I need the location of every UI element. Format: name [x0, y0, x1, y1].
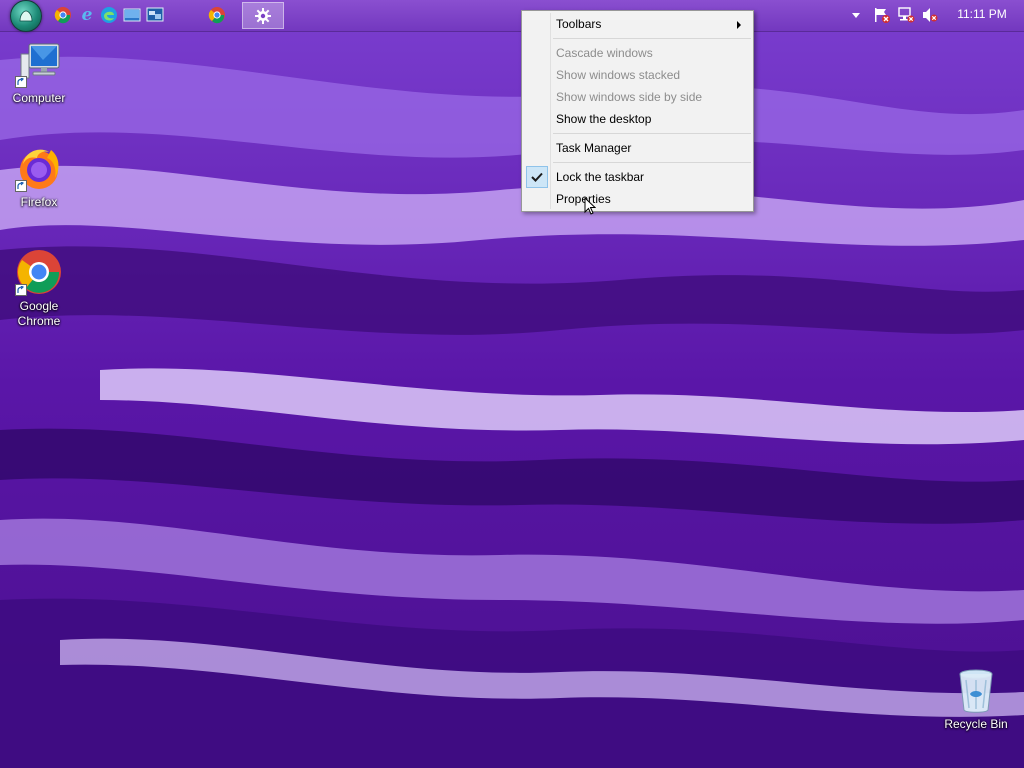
desktop-icon-firefox[interactable]: Firefox [2, 144, 76, 210]
desktop-icon-label: Firefox [20, 195, 58, 209]
firefox-icon [15, 144, 63, 192]
network-icon[interactable] [897, 4, 915, 26]
taskbar-context-menu: Toolbars Cascade windows Show windows st… [521, 10, 754, 212]
menu-separator [553, 38, 751, 39]
menu-item-label: Show the desktop [556, 112, 652, 126]
shortcut-arrow-icon [15, 76, 27, 88]
menu-item-cascade-windows[interactable]: Cascade windows [524, 42, 751, 64]
menu-item-label: Cascade windows [556, 46, 653, 60]
menu-item-task-manager[interactable]: Task Manager [524, 137, 751, 159]
menu-item-toolbars[interactable]: Toolbars [524, 13, 751, 35]
show-hidden-icons-chevron[interactable] [850, 4, 862, 26]
edge-icon[interactable] [100, 6, 118, 24]
switch-windows-icon[interactable] [146, 6, 164, 24]
menu-item-show-the-desktop[interactable]: Show the desktop [524, 108, 751, 130]
checkmark-icon [526, 166, 548, 188]
chrome-icon [15, 248, 63, 296]
desktop-icon-recycle-bin[interactable]: Recycle Bin [938, 666, 1014, 732]
action-center-flag-icon[interactable] [873, 4, 891, 26]
chrome-icon[interactable] [54, 6, 72, 24]
menu-item-label: Show windows stacked [556, 68, 681, 82]
internet-explorer-icon[interactable]: e [78, 5, 96, 25]
desktop-icon-label: Computer [12, 91, 66, 105]
desktop-icon-computer[interactable]: Computer [2, 40, 76, 106]
menu-separator [553, 162, 751, 163]
chrome-taskbar-button[interactable] [208, 6, 226, 24]
volume-muted-icon[interactable] [921, 4, 939, 26]
menu-item-label: Show windows side by side [556, 90, 703, 104]
desktop-wallpaper [0, 0, 1024, 768]
mouse-cursor-icon [584, 197, 596, 215]
shortcut-arrow-icon [15, 180, 27, 192]
desktop-icon-chrome[interactable]: Google Chrome [2, 248, 76, 329]
menu-item-show-windows-side-by-side[interactable]: Show windows side by side [524, 86, 751, 108]
start-button[interactable] [8, 0, 44, 32]
menu-item-label: Lock the taskbar [556, 170, 645, 184]
shortcut-arrow-icon [15, 284, 27, 296]
submenu-arrow-icon [737, 21, 741, 29]
menu-item-label: Toolbars [556, 17, 602, 31]
show-desktop-icon[interactable] [123, 6, 141, 24]
settings-taskbar-button[interactable] [242, 2, 284, 29]
recycle-bin-icon [952, 666, 1000, 714]
settings-gear-icon [255, 7, 271, 24]
desktop-icon-label: Google Chrome [17, 299, 61, 328]
taskbar-clock[interactable]: 11:11 PM [950, 7, 1014, 21]
desktop-icon-label: Recycle Bin [944, 717, 1008, 731]
menu-separator [553, 133, 751, 134]
start-orb-icon [10, 0, 42, 32]
menu-item-show-windows-stacked[interactable]: Show windows stacked [524, 64, 751, 86]
menu-item-properties[interactable]: Properties [524, 188, 751, 210]
computer-icon [15, 40, 63, 88]
menu-item-label: Task Manager [556, 141, 632, 155]
taskbar[interactable]: e 11:11 PM [0, 0, 1024, 32]
menu-item-lock-the-taskbar[interactable]: Lock the taskbar [524, 166, 751, 188]
